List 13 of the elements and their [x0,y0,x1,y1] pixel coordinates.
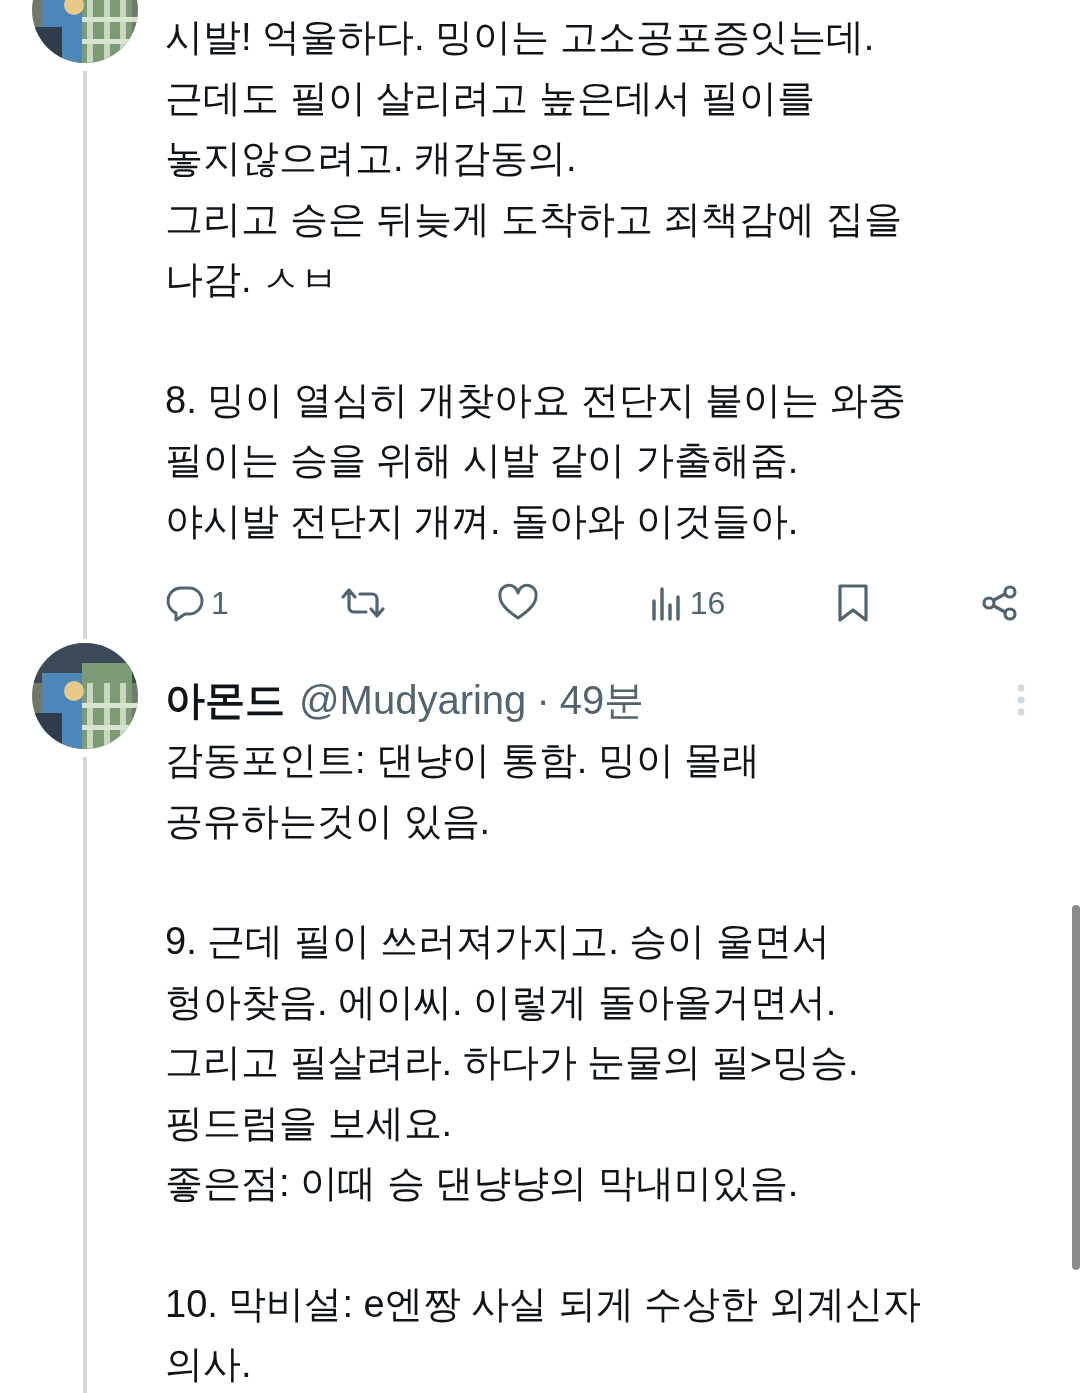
action-count: 1 [211,584,229,622]
bookmark-icon[interactable] [835,583,870,623]
post-text: 10. 막비설: e엔짱 사실 되게 수상한 외계신자 의사. [165,1281,922,1387]
author-name[interactable]: 아몬드 [165,672,285,728]
post-text: 8. 밍이 열심히 개찾아요 전단지 붙이는 와중 필이는 승을 위해 시발 같이 가출해줌. 야시발 전단지 개껴. 돌아와 이것들아. [165,377,908,544]
post-text: 9. 근데 필이 쓰러져가지고. 승이 울면서 헝아찾음. 에이씨. 이렇게 돌아올거면서. 그리고 필살려라. 하다가 눈물의 필>밍승. 핑드럼을 보세요. 좋은점: 이때 승 댄냥냥의 막내미있음. [165,919,860,1206]
post-text: 시발! 억울하다. 밍이는 고소공포증잇는데. 근데도 필이 살리려고 높은데서 필이를 놓지않으려고. 캐감동의. 그리고 승은 뒤늦게 도착하고 죄책감에 집을 나감. ㅅㅂ [165,15,903,302]
scrollbar[interactable] [1072,905,1080,1270]
author-handle[interactable]: @Mudyaring [299,677,527,723]
post-text: 감동포인트: 댄냥이 통함. 밍이 몰래 공유하는것이 있음. [165,738,762,844]
action-count: 16 [689,584,726,622]
separator: · [536,677,550,723]
post-time[interactable]: 49분 [559,672,645,728]
